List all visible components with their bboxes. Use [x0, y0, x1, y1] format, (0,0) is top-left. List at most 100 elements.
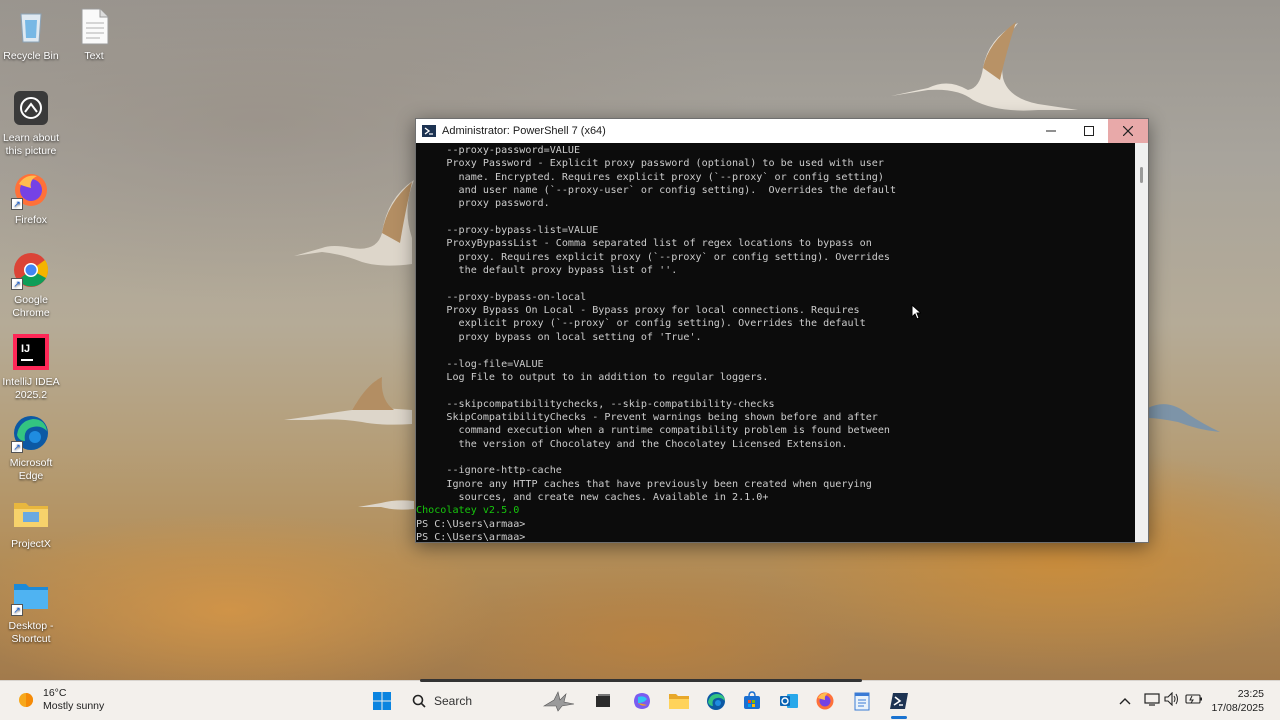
terminal-line: Proxy Password - Explicit proxy password…: [416, 158, 884, 170]
terminal-line: sources, and create new caches. Availabl…: [416, 491, 769, 503]
text-file-icon: [74, 6, 114, 46]
terminal-line: Log File to output to in addition to reg…: [416, 371, 769, 383]
desktop-icon-label: Microsoft Edge: [9, 457, 53, 482]
close-icon: [1123, 126, 1133, 136]
shortcut-arrow-icon: ↗: [11, 441, 23, 453]
desktop-icon-label: Learn about this picture: [2, 132, 60, 157]
task-view-icon: [596, 694, 610, 707]
terminal-line: the default proxy bypass list of ''.: [416, 265, 678, 277]
copilot-icon: [634, 693, 650, 709]
close-button[interactable]: [1108, 119, 1148, 143]
weather-widget[interactable]: 16°C Mostly sunny: [16, 687, 104, 713]
taskbar-copilot[interactable]: [630, 689, 654, 713]
terminal-line: ProxyBypassList - Comma separated list o…: [416, 238, 872, 250]
terminal-line: name. Encrypted. Requires explicit proxy…: [416, 171, 884, 183]
taskbar-outlook[interactable]: [777, 689, 801, 713]
active-app-indicator: [891, 716, 907, 719]
desktop-icon-label: Google Chrome: [12, 294, 50, 319]
desktop-icon-desktop-shortcut[interactable]: ↗ Desktop - Shortcut: [0, 576, 62, 646]
desktop-icon-learn-about-picture[interactable]: Learn about this picture: [0, 88, 62, 158]
desktop-icon-label: ProjectX: [11, 538, 51, 550]
chevron-up-icon: [1119, 698, 1131, 705]
taskbar-powershell[interactable]: [887, 689, 911, 713]
terminal-line: Proxy Bypass On Local - Bypass proxy for…: [416, 305, 860, 317]
file-explorer-icon: [669, 694, 689, 709]
network-icon: [1144, 693, 1160, 706]
taskbar: 16°C Mostly sunny Search 23:25 17/08/202…: [0, 679, 1280, 720]
terminal-line: --log-file=VALUE: [416, 358, 544, 370]
terminal-line: --skipcompatibilitychecks, --skip-compat…: [416, 398, 775, 410]
terminal-line: --proxy-bypass-list=VALUE: [416, 225, 599, 237]
window-title: Administrator: PowerShell 7 (x64): [442, 125, 606, 137]
network-button[interactable]: [1144, 692, 1160, 711]
window-titlebar[interactable]: Administrator: PowerShell 7 (x64): [416, 119, 1148, 143]
notepad-icon: [854, 692, 870, 711]
taskbar-store[interactable]: [740, 689, 764, 713]
terminal-line: proxy password.: [416, 198, 550, 210]
shortcut-arrow-icon: ↗: [11, 278, 23, 290]
taskbar-copilot-bird[interactable]: [540, 689, 578, 713]
terminal-scrollbar[interactable]: [1135, 143, 1148, 542]
shortcut-arrow-icon: ↗: [11, 198, 23, 210]
taskbar-clock[interactable]: 23:25 17/08/2025: [1211, 687, 1264, 715]
store-icon: [744, 691, 760, 709]
terminal-line: the version of Chocolatey and the Chocol…: [416, 438, 848, 450]
crane-bird-wallpaper: [1148, 404, 1220, 432]
terminal-line: --proxy-password=VALUE: [416, 145, 581, 156]
firefox-icon: ↗: [11, 170, 51, 210]
terminal-line: and user name (`--proxy-user` or config …: [416, 185, 897, 197]
taskbar-notepad[interactable]: [850, 689, 874, 713]
maximize-button[interactable]: [1070, 119, 1108, 143]
taskbar-file-explorer[interactable]: [667, 689, 691, 713]
weather-condition: Mostly sunny: [43, 700, 105, 712]
desktop-icon-recycle-bin[interactable]: Recycle Bin: [0, 6, 62, 63]
task-view-button[interactable]: [591, 689, 615, 713]
clock-date: 17/08/2025: [1211, 702, 1264, 714]
mouse-pointer-icon: [911, 304, 921, 320]
terminal-line: Chocolatey v2.5.0: [416, 505, 520, 517]
terminal-line: PS C:\Users\armaa>: [416, 531, 526, 542]
desktop-icon-projectx[interactable]: ProjectX: [0, 494, 62, 551]
chrome-icon: ↗: [11, 250, 51, 290]
windows-start-icon: [373, 692, 391, 710]
desktop-icon-edge[interactable]: ↗ Microsoft Edge: [0, 413, 62, 483]
taskbar-search[interactable]: Search: [402, 687, 532, 715]
crane-bird-wallpaper: [358, 500, 414, 510]
taskbar-edge[interactable]: [704, 689, 728, 713]
terminal-line: --ignore-http-cache: [416, 465, 562, 477]
battery-button[interactable]: [1185, 692, 1203, 711]
recycle-bin-icon: [11, 6, 51, 46]
svg-text:IJ: IJ: [21, 343, 30, 355]
firefox-icon: [816, 692, 834, 710]
clock-time: 23:25: [1237, 688, 1264, 700]
minimize-button[interactable]: [1032, 119, 1070, 143]
taskbar-firefox[interactable]: [813, 689, 837, 713]
search-label: Search: [434, 694, 473, 708]
crane-bird-wallpaper: [891, 22, 1078, 111]
desktop-icon-label: Firefox: [14, 214, 48, 226]
taskbar-hover-bar: [420, 679, 862, 682]
edge-icon: [707, 692, 725, 710]
folder-icon: [11, 494, 51, 534]
powershell-window[interactable]: Administrator: PowerShell 7 (x64) --prox…: [415, 118, 1149, 543]
powershell-icon: [422, 125, 436, 137]
show-hidden-icons-button[interactable]: [1118, 693, 1132, 711]
volume-button[interactable]: [1164, 691, 1180, 711]
powershell-icon: [890, 693, 908, 709]
terminal-line: SkipCompatibilityChecks - Prevent warnin…: [416, 411, 878, 423]
terminal-line: proxy. Requires explicit proxy (`--proxy…: [416, 251, 891, 263]
desktop-icon-text[interactable]: Text: [63, 6, 125, 63]
volume-icon: [1164, 691, 1178, 707]
desktop-icon-intellij[interactable]: IJ IntelliJ IDEA 2025.2: [0, 332, 62, 402]
shortcut-arrow-icon: ↗: [11, 604, 23, 616]
terminal-output[interactable]: --proxy-password=VALUE Proxy Password - …: [416, 143, 1135, 542]
desktop-icon-firefox[interactable]: ↗ Firefox: [0, 170, 62, 227]
scrollbar-thumb[interactable]: [1140, 167, 1143, 183]
minimize-icon: [1046, 130, 1056, 132]
start-button[interactable]: [370, 689, 394, 713]
desktop-icon-google-chrome[interactable]: ↗ Google Chrome: [0, 250, 62, 320]
